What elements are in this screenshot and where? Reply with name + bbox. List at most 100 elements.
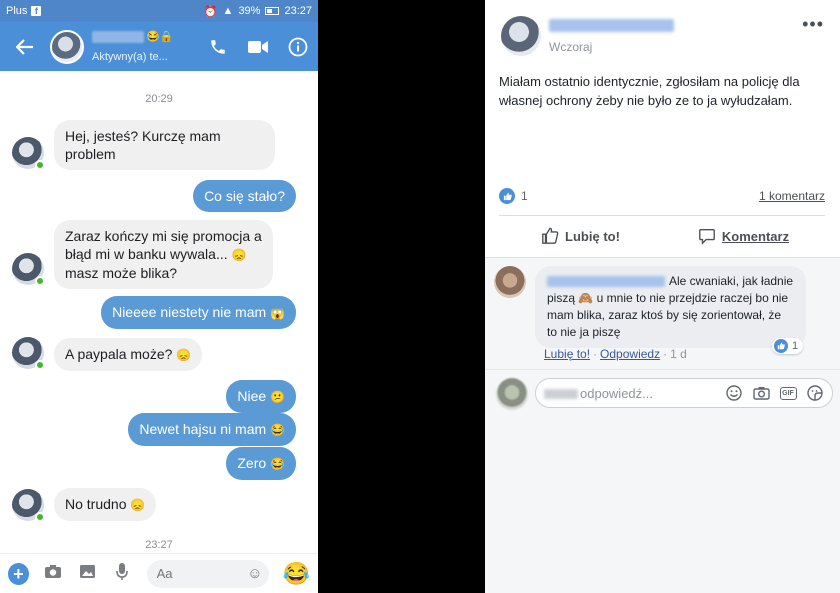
- outgoing-message[interactable]: Niee 😕: [226, 380, 296, 413]
- like-icon: [774, 339, 788, 353]
- message-text: Nieeee niestety nie mam: [112, 304, 267, 320]
- sender-avatar[interactable]: [12, 337, 45, 370]
- camera-icon[interactable]: [43, 564, 64, 583]
- emoji: 😞: [231, 248, 247, 262]
- emoji-picker-icon[interactable]: ☺: [247, 565, 262, 582]
- outgoing-message[interactable]: Co się stało?: [193, 180, 296, 212]
- emoji: 🙈: [578, 291, 594, 305]
- gallery-icon[interactable]: [77, 564, 98, 583]
- comment-button[interactable]: Komentarz: [662, 224, 825, 248]
- comment-reply-link[interactable]: Odpowiedz: [600, 347, 660, 361]
- emoji: 😱: [270, 306, 285, 320]
- sender-avatar[interactable]: [12, 137, 45, 170]
- camera-icon[interactable]: [752, 384, 770, 402]
- facebook-post: Wczoraj ••• Miałam ostatnio identycznie,…: [485, 0, 840, 593]
- comment-meta: Lubię to! · Odpowiedz · 1 d: [544, 347, 687, 361]
- message-text: Newet hajsu ni mam: [139, 421, 267, 437]
- message-text: Niee: [237, 388, 267, 404]
- post-timestamp[interactable]: Wczoraj: [549, 40, 592, 54]
- contact-status: Aktywny(a) te...: [92, 51, 168, 63]
- emoji: 😞: [130, 498, 146, 512]
- message-line: Hej, jesteś? Kurczę mam: [65, 128, 221, 144]
- comments-section: Ale cwaniaki, jak ładnie piszą 🙈 u mnie …: [485, 257, 840, 593]
- message-line: błąd mi w banku wywala...: [65, 246, 228, 262]
- outgoing-message[interactable]: Zero 😂: [226, 447, 296, 480]
- timestamp: 23:27: [145, 539, 173, 551]
- phone-call-icon[interactable]: [198, 22, 238, 71]
- gif-icon[interactable]: GIF: [779, 384, 797, 402]
- outgoing-message[interactable]: Newet hajsu ni mam 😂: [128, 413, 296, 446]
- outgoing-message[interactable]: Nieeee niestety nie mam 😱: [101, 296, 296, 329]
- message-line: masz może blika?: [65, 265, 178, 281]
- post-text: Miałam ostatnio identycznie, zgłosiłam n…: [499, 74, 800, 108]
- author-name-blurred[interactable]: [549, 19, 674, 32]
- comment-reaction-count[interactable]: 1: [772, 338, 804, 354]
- battery-icon: [265, 7, 280, 15]
- more-options-icon[interactable]: •••: [802, 14, 824, 35]
- microphone-icon[interactable]: [112, 563, 133, 584]
- post-stats: 1 1 komentarz: [499, 186, 825, 206]
- message-thread[interactable]: 20:29 Hej, jesteś? Kurczę mam problem Co…: [0, 71, 318, 553]
- sender-avatar[interactable]: [12, 253, 45, 286]
- incoming-message[interactable]: Zaraz kończy mi się promocja a błąd mi w…: [54, 220, 273, 289]
- reply-tools: GIF: [725, 384, 824, 402]
- message-text: No trudno: [65, 496, 127, 512]
- like-button[interactable]: Lubię to!: [499, 224, 662, 248]
- emoji: 😂: [270, 457, 285, 471]
- contact-info[interactable]: 😂🔒 Aktywny(a) te...: [92, 30, 182, 63]
- viewer-avatar: [496, 378, 528, 410]
- emoji: 😂: [270, 423, 285, 437]
- divider: [499, 215, 825, 216]
- message-line: problem: [65, 146, 116, 162]
- carrier-label: Plus: [6, 5, 28, 17]
- quick-emoji-button[interactable]: 😂: [283, 561, 310, 587]
- alarm-icon: ⏰: [203, 5, 218, 18]
- messenger-screenshot: Plus f ⏰ ▲ 39% 23:27 😂🔒 Aktywny(a) te...: [0, 0, 318, 593]
- contact-avatar[interactable]: [50, 29, 84, 64]
- sticker-icon[interactable]: [806, 384, 824, 402]
- online-indicator: [35, 160, 45, 170]
- commenter-name-blurred[interactable]: [547, 276, 665, 288]
- reply-input[interactable]: odpowiedź... GIF: [535, 378, 833, 408]
- message-text: A paypala może?: [65, 346, 173, 362]
- incoming-message[interactable]: A paypala może? 😞: [54, 338, 203, 371]
- battery-percent: 39%: [238, 5, 261, 17]
- reply-placeholder: odpowiedź...: [544, 386, 653, 401]
- comments-count-link[interactable]: 1 komentarz: [759, 189, 825, 203]
- comment-button-label: Komentarz: [721, 228, 790, 244]
- video-call-icon[interactable]: [238, 22, 278, 71]
- commenter-avatar[interactable]: [494, 266, 526, 298]
- online-indicator: [35, 360, 45, 370]
- like-button-label: Lubię to!: [565, 228, 620, 244]
- online-indicator: [35, 276, 45, 286]
- facebook-notification-icon: f: [31, 6, 42, 16]
- comment-age[interactable]: 1 d: [670, 347, 687, 361]
- reply-row: odpowiedź... GIF: [485, 369, 840, 417]
- status-bar: Plus f ⏰ ▲ 39% 23:27: [0, 0, 318, 22]
- emoji: 😕: [270, 390, 285, 404]
- redacted-text: [544, 389, 578, 400]
- plus-icon[interactable]: +: [8, 562, 29, 585]
- message-input-wrapper: ☺: [146, 559, 269, 588]
- author-avatar[interactable]: [501, 16, 541, 56]
- message-text: Co się stało?: [204, 188, 285, 204]
- message-composer: + ☺ 😂: [0, 553, 318, 593]
- comment-bubble: Ale cwaniaki, jak ładnie piszą 🙈 u mnie …: [535, 266, 806, 348]
- clock: 23:27: [284, 5, 312, 17]
- incoming-message[interactable]: Hej, jesteś? Kurczę mam problem: [54, 120, 275, 170]
- emoji-icon[interactable]: [725, 384, 743, 402]
- emoji: 😞: [176, 348, 192, 362]
- incoming-message[interactable]: No trudno 😞: [54, 488, 157, 521]
- back-arrow-icon[interactable]: [0, 22, 50, 71]
- timestamp: 20:29: [145, 93, 173, 105]
- sender-avatar[interactable]: [12, 489, 45, 522]
- signal-icon: ▲: [222, 5, 234, 17]
- contact-name-blurred: [92, 31, 144, 43]
- online-indicator: [35, 512, 45, 522]
- reaction-count: 1: [792, 340, 799, 352]
- contact-name-emojis: 😂🔒: [146, 31, 174, 43]
- like-count[interactable]: 1: [521, 189, 528, 203]
- comment-like-link[interactable]: Lubię to!: [544, 347, 590, 361]
- message-line: Zaraz kończy mi się promocja a: [65, 228, 262, 244]
- info-icon[interactable]: [278, 22, 318, 71]
